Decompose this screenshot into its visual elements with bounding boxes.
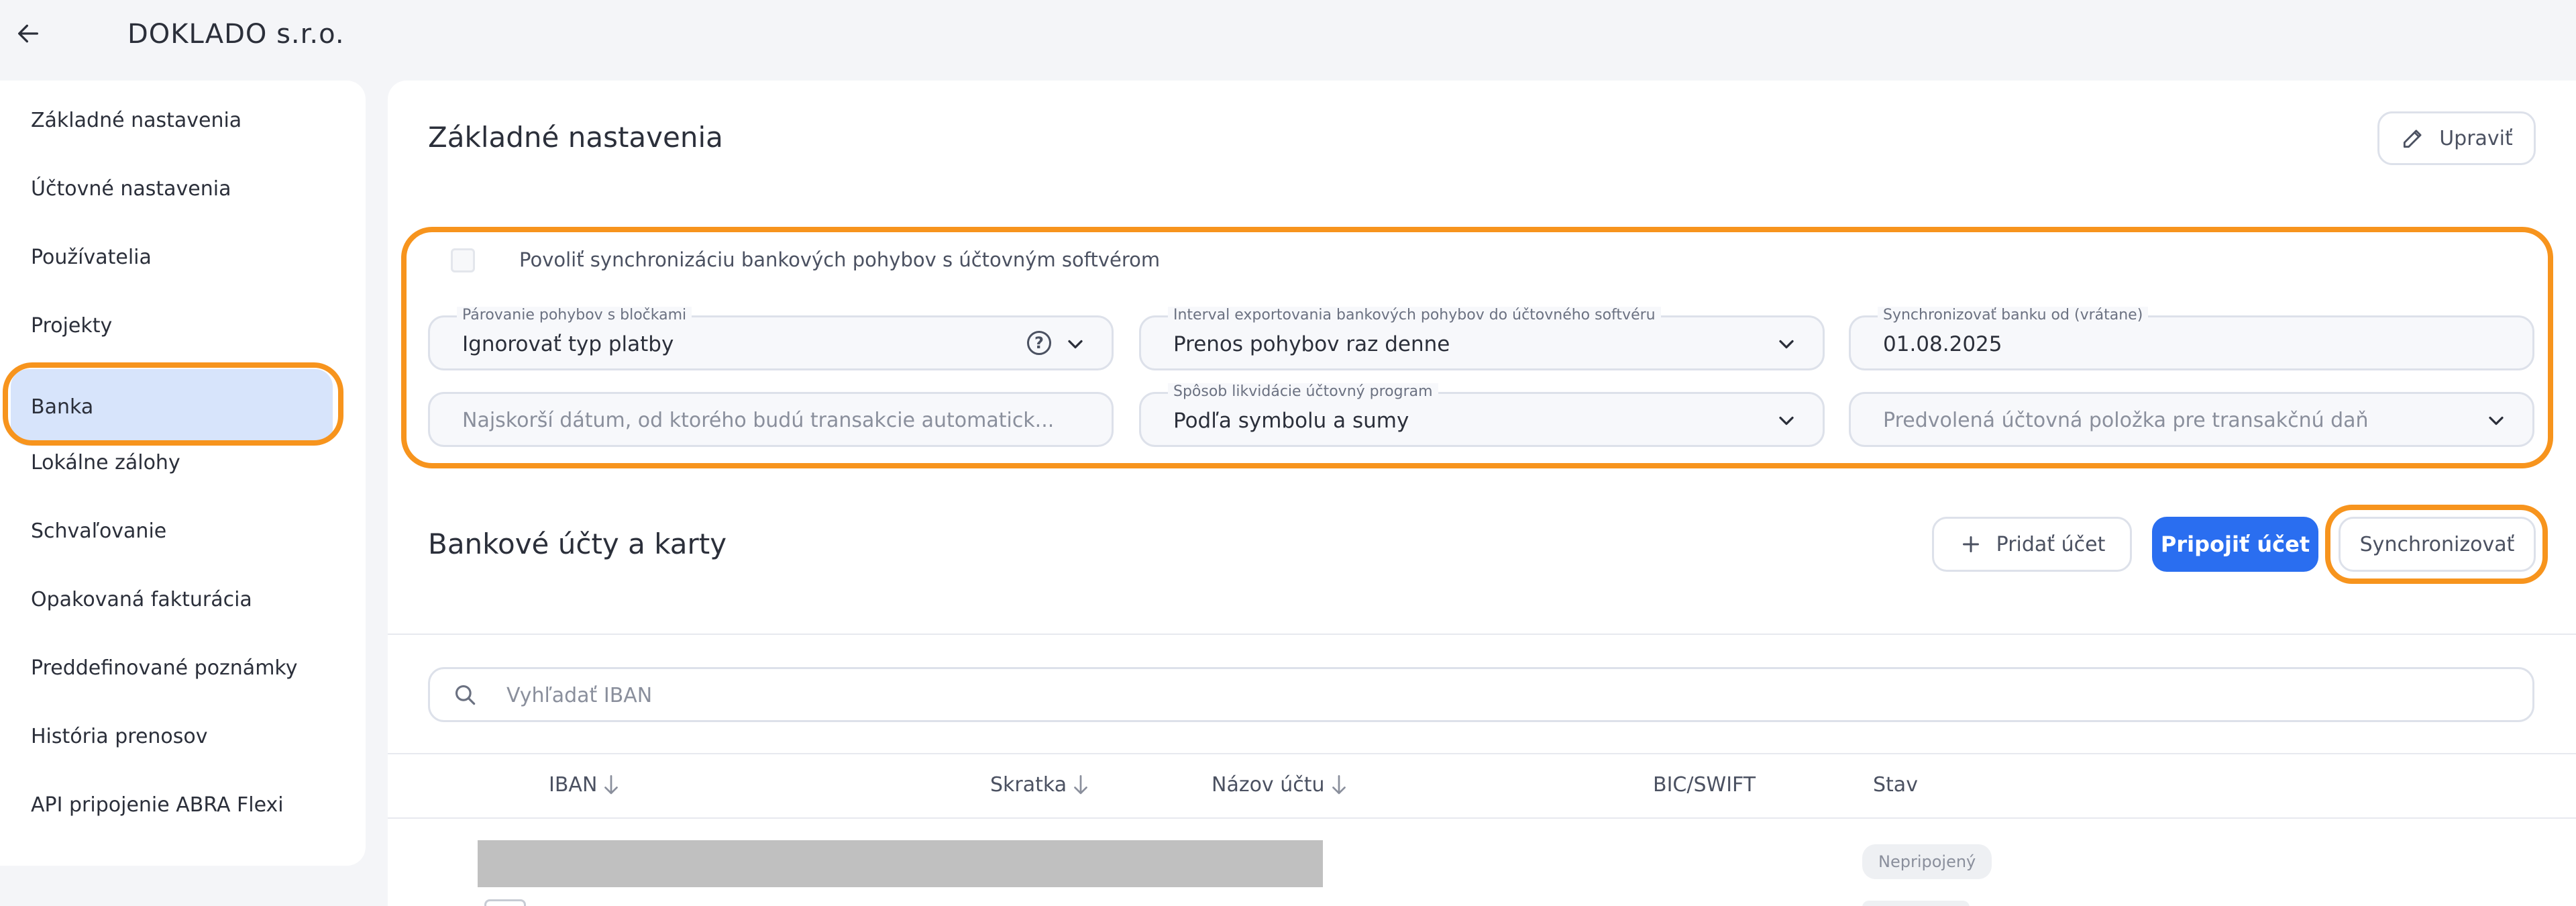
sidebar-item-basic-settings[interactable]: Základné nastavenia bbox=[0, 87, 366, 154]
iban-search-placeholder: Vyhľadať IBAN bbox=[506, 684, 653, 707]
earliest-date-placeholder: Najskorší dátum, od ktorého budú transak… bbox=[462, 409, 1055, 432]
help-icon[interactable]: ? bbox=[1027, 331, 1051, 355]
pencil-icon bbox=[2404, 130, 2422, 148]
sync-checkbox[interactable] bbox=[451, 248, 475, 272]
chevron-down-icon bbox=[1068, 340, 1083, 349]
sort-arrow-icon bbox=[604, 774, 619, 794]
column-header-status: Stav bbox=[1873, 773, 1918, 797]
sync-from-label: Synchronizovať banku od (vrátane) bbox=[1878, 307, 2149, 323]
column-label-bic-swift: BIC/SWIFT bbox=[1653, 773, 1756, 797]
column-header-account-name[interactable]: Názov účtu bbox=[1212, 773, 1348, 797]
earliest-date-field[interactable]: Najskorší dátum, od ktorého budú transak… bbox=[428, 392, 1114, 447]
connect-account-button[interactable]: Pripojiť účet bbox=[2152, 517, 2318, 572]
sidebar-item-predefined-notes[interactable]: Preddefinované poznámky bbox=[0, 635, 366, 702]
table-top-divider bbox=[388, 753, 2576, 754]
basic-settings-title: Základné nastavenia bbox=[428, 121, 723, 154]
sync-from-value: 01.08.2025 bbox=[1883, 332, 2002, 356]
sidebar-item-accounting-settings[interactable]: Účtovné nastavenia bbox=[0, 156, 366, 223]
pairing-value: Ignorovať typ platby bbox=[462, 332, 674, 356]
sort-arrow-icon bbox=[1074, 774, 1088, 794]
interval-value: Prenos pohybov raz denne bbox=[1173, 332, 1450, 356]
pairing-label: Párovanie pohybov s bločkami bbox=[457, 307, 692, 323]
column-label-iban: IBAN bbox=[549, 773, 598, 797]
sidebar-item-approval[interactable]: Schvaľovanie bbox=[0, 498, 366, 565]
edit-button[interactable]: Upraviť bbox=[2377, 111, 2536, 165]
settings-sidebar: Základné nastavenia Účtovné nastavenia P… bbox=[0, 81, 366, 866]
plus-icon bbox=[1962, 536, 1979, 552]
add-account-button[interactable]: Pridať účet bbox=[1932, 517, 2132, 572]
chevron-down-icon bbox=[1779, 416, 1794, 425]
edit-button-label: Upraviť bbox=[2439, 126, 2513, 150]
bank-highlight-outline bbox=[3, 362, 343, 446]
company-name: DOKLADO s.r.o. bbox=[127, 19, 345, 50]
synchronize-highlight-outline bbox=[2325, 505, 2548, 584]
sidebar-item-recurring-invoicing[interactable]: Opakovaná fakturácia bbox=[0, 566, 366, 634]
row-checkbox[interactable] bbox=[484, 899, 526, 906]
table-header-divider bbox=[388, 817, 2576, 819]
sidebar-item-transfer-history[interactable]: História prenosov bbox=[0, 703, 366, 770]
iban-search-field[interactable]: Vyhľadať IBAN bbox=[428, 667, 2534, 722]
default-item-placeholder: Predvolená účtovná položka pre transakčn… bbox=[1883, 409, 2369, 432]
sidebar-item-abra-flexi-api[interactable]: API pripojenie ABRA Flexi bbox=[0, 772, 366, 839]
pairing-select[interactable]: Párovanie pohybov s bločkami Ignorovať t… bbox=[428, 307, 1114, 370]
add-account-label: Pridať účet bbox=[1996, 532, 2106, 556]
sidebar-item-projects[interactable]: Projekty bbox=[0, 293, 366, 360]
sort-arrow-icon bbox=[1332, 774, 1346, 794]
status-badge bbox=[1862, 901, 1970, 906]
column-header-shortcut[interactable]: Skratka bbox=[990, 773, 1089, 797]
chevron-down-icon bbox=[1779, 340, 1794, 349]
search-icon bbox=[455, 685, 476, 705]
top-bar: DOKLADO s.r.o. bbox=[0, 0, 2576, 74]
sidebar-item-users[interactable]: Používatelia bbox=[0, 224, 366, 291]
column-label-account-name: Názov účtu bbox=[1212, 773, 1325, 797]
default-item-select[interactable]: Predvolená účtovná položka pre transakčn… bbox=[1849, 392, 2534, 447]
main-panel bbox=[388, 81, 2576, 906]
liquidation-select[interactable]: Spôsob likvidácie účtovný program Podľa … bbox=[1139, 383, 1825, 447]
column-label-shortcut: Skratka bbox=[990, 773, 1067, 797]
sync-checkbox-label: Povoliť synchronizáciu bankových pohybov… bbox=[519, 248, 1161, 271]
liquidation-label: Spôsob likvidácie účtovný program bbox=[1168, 383, 1438, 400]
column-label-status: Stav bbox=[1873, 773, 1918, 797]
status-badge: Nepripojený bbox=[1862, 844, 1992, 879]
interval-label: Interval exportovania bankových pohybov … bbox=[1168, 307, 1661, 323]
column-header-bic-swift: BIC/SWIFT bbox=[1653, 773, 1756, 797]
accounts-title: Bankové účty a karty bbox=[428, 527, 727, 560]
column-header-iban[interactable]: IBAN bbox=[549, 773, 620, 797]
redacted-account-row bbox=[478, 840, 1323, 887]
chevron-down-icon bbox=[2489, 416, 2504, 425]
sync-from-date-field[interactable]: Synchronizovať banku od (vrátane) 01.08.… bbox=[1849, 307, 2534, 370]
section-divider bbox=[388, 634, 2576, 635]
back-arrow-icon[interactable] bbox=[15, 20, 42, 47]
liquidation-value: Podľa symbolu a sumy bbox=[1173, 409, 1409, 433]
interval-select[interactable]: Interval exportovania bankových pohybov … bbox=[1139, 307, 1825, 370]
